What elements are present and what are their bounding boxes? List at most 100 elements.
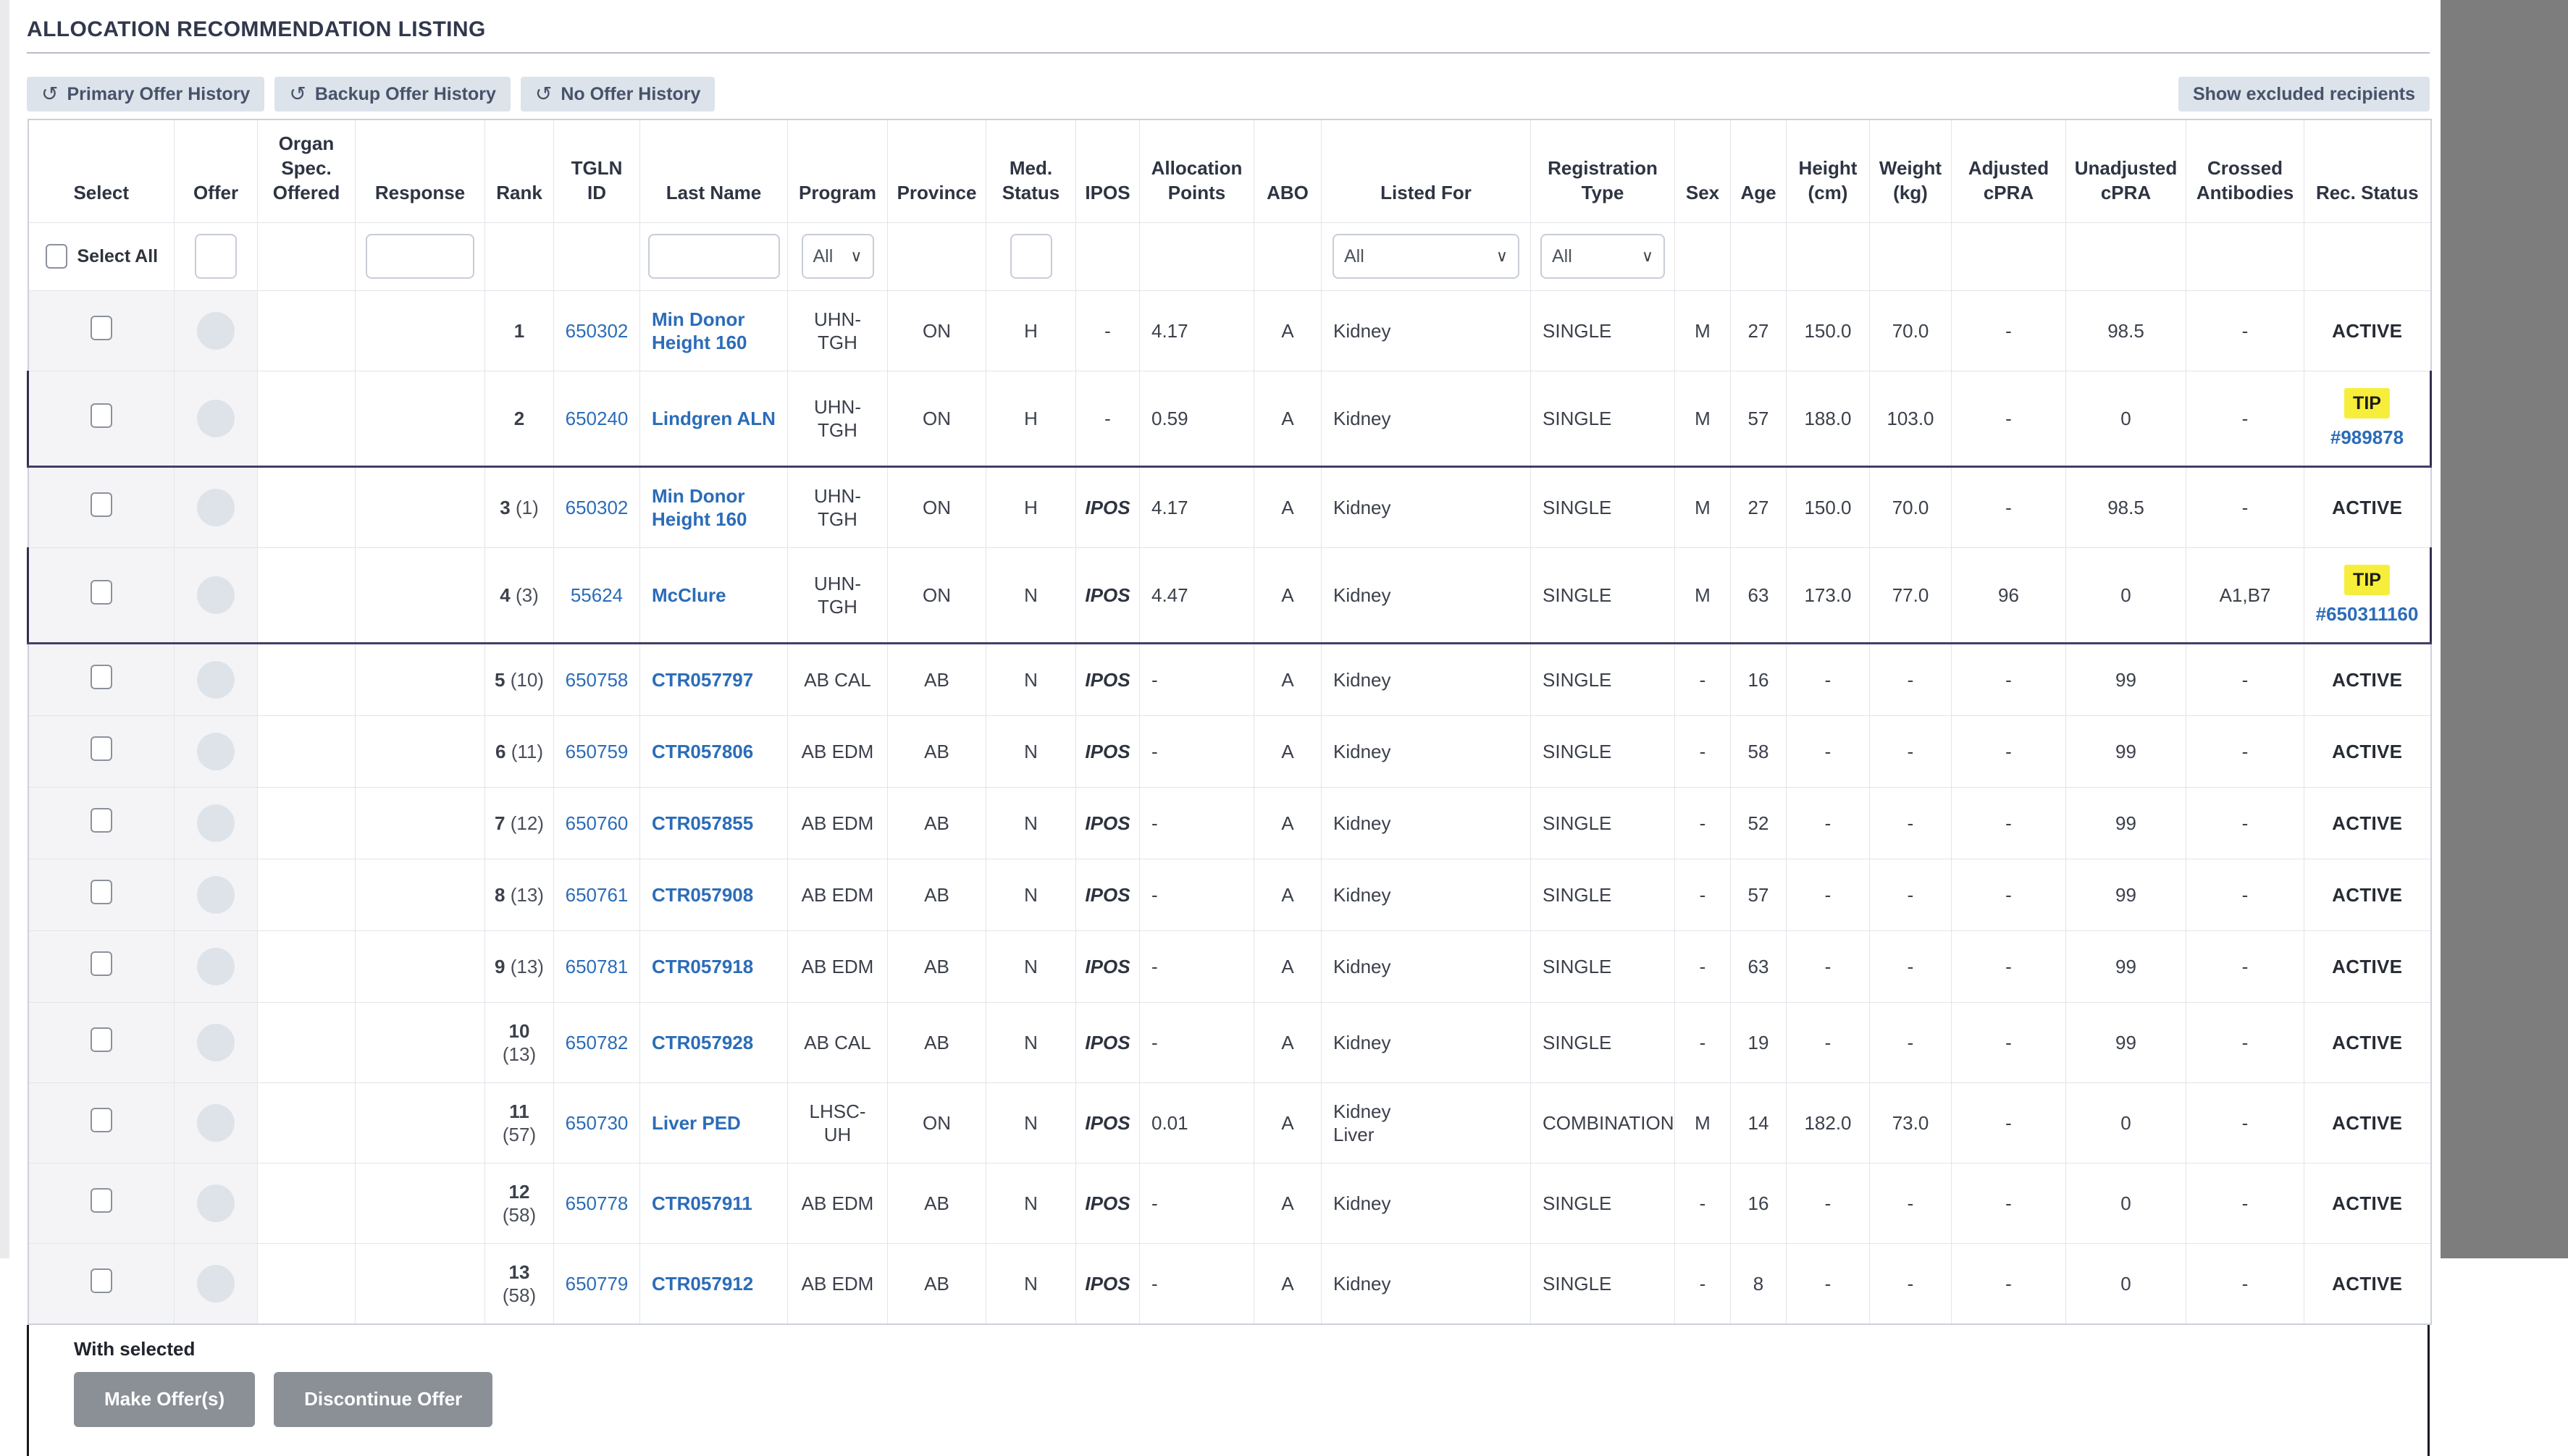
tgln-id-link[interactable]: 650781 bbox=[566, 956, 629, 977]
table-row: 13 (58)650779CTR057912AB EDMABNIPOS-AKid… bbox=[28, 1243, 2431, 1324]
registration-type-filter-value: All bbox=[1552, 246, 1572, 267]
make-offers-button[interactable]: Make Offer(s) bbox=[74, 1372, 255, 1427]
offer-status-icon bbox=[197, 733, 235, 770]
table-row: 8 (13)650761CTR057908AB EDMABNIPOS-AKidn… bbox=[28, 859, 2431, 930]
tgln-id-link[interactable]: 650302 bbox=[566, 497, 629, 518]
column-header-unadj_cpra: Unadjusted cPRA bbox=[2066, 119, 2186, 222]
offer-status-icon bbox=[197, 804, 235, 842]
offer-status-icon bbox=[197, 1265, 235, 1303]
program-filter-select[interactable]: All ∨ bbox=[802, 234, 874, 279]
tgln-id-link[interactable]: 650779 bbox=[566, 1273, 629, 1295]
offer-status-icon bbox=[197, 1024, 235, 1061]
table-row: 4 (3)55624McClureUHN-TGHONNIPOS4.47AKidn… bbox=[28, 547, 2431, 643]
with-selected-label: With selected bbox=[74, 1338, 2428, 1360]
offer-status-icon bbox=[197, 876, 235, 914]
allocation-table: SelectOfferOrgan Spec. OfferedResponseRa… bbox=[27, 119, 2432, 1325]
last-name-link[interactable]: Min Donor Height 160 bbox=[652, 485, 747, 530]
offer-status-icon bbox=[197, 1184, 235, 1222]
table-row: 2650240Lindgren ALNUHN-TGHONH-0.59AKidne… bbox=[28, 371, 2431, 466]
primary-offer-history-button[interactable]: ↺ Primary Offer History bbox=[27, 77, 264, 111]
offer-status-icon bbox=[197, 1104, 235, 1142]
tgln-id-link[interactable]: 55624 bbox=[571, 584, 623, 606]
last-name-filter-input[interactable] bbox=[648, 234, 780, 279]
discontinue-offer-button[interactable]: Discontinue Offer bbox=[274, 1372, 492, 1427]
tgln-id-link[interactable]: 650778 bbox=[566, 1192, 629, 1214]
offer-filter-input[interactable] bbox=[195, 234, 237, 279]
select-all-checkbox[interactable] bbox=[46, 244, 67, 269]
column-header-sex: Sex bbox=[1675, 119, 1731, 222]
row-select-checkbox[interactable] bbox=[91, 1108, 112, 1132]
row-select-checkbox[interactable] bbox=[91, 403, 112, 428]
row-select-checkbox[interactable] bbox=[91, 808, 112, 833]
table-row: 10 (13)650782CTR057928AB CALABNIPOS-AKid… bbox=[28, 1002, 2431, 1082]
row-select-checkbox[interactable] bbox=[91, 316, 112, 340]
row-select-checkbox[interactable] bbox=[91, 1268, 112, 1293]
history-icon: ↺ bbox=[41, 84, 58, 104]
row-select-checkbox[interactable] bbox=[91, 580, 112, 605]
last-name-link[interactable]: CTR057855 bbox=[652, 812, 753, 834]
no-offer-history-button[interactable]: ↺ No Offer History bbox=[521, 77, 716, 111]
column-header-rank: Rank bbox=[485, 119, 554, 222]
column-header-adj_cpra: Adjusted cPRA bbox=[1952, 119, 2066, 222]
tgln-id-link[interactable]: 650758 bbox=[566, 669, 629, 691]
last-name-link[interactable]: CTR057928 bbox=[652, 1032, 753, 1053]
history-icon: ↺ bbox=[535, 84, 552, 104]
response-filter-input[interactable] bbox=[366, 234, 474, 279]
tgln-id-link[interactable]: 650240 bbox=[566, 408, 629, 429]
column-header-tgln: TGLN ID bbox=[554, 119, 640, 222]
tgln-id-link[interactable]: 650761 bbox=[566, 884, 629, 906]
ipos-flag: IPOS bbox=[1085, 669, 1130, 691]
rec-status-text: ACTIVE bbox=[2332, 956, 2402, 977]
row-select-checkbox[interactable] bbox=[91, 951, 112, 976]
tgln-id-link[interactable]: 650782 bbox=[566, 1032, 629, 1053]
last-name-link[interactable]: McClure bbox=[652, 584, 726, 606]
row-select-checkbox[interactable] bbox=[91, 880, 112, 904]
registration-type-filter-select[interactable]: All ∨ bbox=[1540, 234, 1665, 279]
program-filter-value: All bbox=[813, 246, 834, 267]
backup-offer-history-label: Backup Offer History bbox=[315, 84, 496, 105]
offer-status-icon bbox=[197, 948, 235, 985]
chevron-down-icon: ∨ bbox=[1642, 247, 1653, 266]
table-row: 7 (12)650760CTR057855AB EDMABNIPOS-AKidn… bbox=[28, 787, 2431, 859]
last-name-link[interactable]: Liver PED bbox=[652, 1112, 741, 1134]
row-select-checkbox[interactable] bbox=[91, 736, 112, 761]
last-name-link[interactable]: CTR057911 bbox=[652, 1192, 752, 1214]
last-name-link[interactable]: CTR057797 bbox=[652, 669, 753, 691]
last-name-link[interactable]: CTR057912 bbox=[652, 1273, 753, 1295]
row-select-checkbox[interactable] bbox=[91, 1027, 112, 1052]
title-divider bbox=[27, 52, 2430, 54]
med-status-filter-input[interactable] bbox=[1010, 234, 1052, 279]
listed-for-filter-select[interactable]: All ∨ bbox=[1333, 234, 1519, 279]
column-header-abo: ABO bbox=[1254, 119, 1322, 222]
table-row: 5 (10)650758CTR057797AB CALABNIPOS-AKidn… bbox=[28, 643, 2431, 715]
rec-status-text: ACTIVE bbox=[2332, 1112, 2402, 1134]
last-name-link[interactable]: CTR057918 bbox=[652, 956, 753, 977]
show-excluded-recipients-label: Show excluded recipients bbox=[2193, 84, 2415, 105]
rec-status-text: ACTIVE bbox=[2332, 812, 2402, 834]
select-all-control[interactable]: Select All bbox=[30, 244, 174, 269]
backup-offer-history-button[interactable]: ↺ Backup Offer History bbox=[274, 77, 511, 111]
row-select-checkbox[interactable] bbox=[91, 665, 112, 689]
tip-offer-link[interactable]: #650311160 bbox=[2316, 602, 2419, 626]
tgln-id-link[interactable]: 650302 bbox=[566, 320, 629, 342]
column-header-height: Height (cm) bbox=[1787, 119, 1870, 222]
ipos-flag: IPOS bbox=[1085, 1192, 1130, 1214]
page-title: ALLOCATION RECOMMENDATION LISTING bbox=[27, 0, 2430, 42]
offer-status-icon bbox=[197, 489, 235, 526]
column-header-program: Program bbox=[788, 119, 888, 222]
last-name-link[interactable]: CTR057908 bbox=[652, 884, 753, 906]
tgln-id-link[interactable]: 650759 bbox=[566, 741, 629, 762]
tgln-id-link[interactable]: 650730 bbox=[566, 1112, 629, 1134]
last-name-link[interactable]: Lindgren ALN bbox=[652, 408, 776, 429]
ipos-flag: IPOS bbox=[1085, 884, 1130, 906]
tgln-id-link[interactable]: 650760 bbox=[566, 812, 629, 834]
tip-offer-link[interactable]: #989878 bbox=[2330, 426, 2404, 449]
last-name-link[interactable]: Min Donor Height 160 bbox=[652, 308, 747, 353]
table-row: 1650302Min Donor Height 160UHN-TGHONH-4.… bbox=[28, 290, 2431, 371]
row-select-checkbox[interactable] bbox=[91, 492, 112, 517]
last-name-link[interactable]: CTR057806 bbox=[652, 741, 753, 762]
column-header-select: Select bbox=[28, 119, 175, 222]
show-excluded-recipients-button[interactable]: Show excluded recipients bbox=[2178, 77, 2430, 111]
column-header-organ_spec: Organ Spec. Offered bbox=[258, 119, 356, 222]
row-select-checkbox[interactable] bbox=[91, 1188, 112, 1213]
